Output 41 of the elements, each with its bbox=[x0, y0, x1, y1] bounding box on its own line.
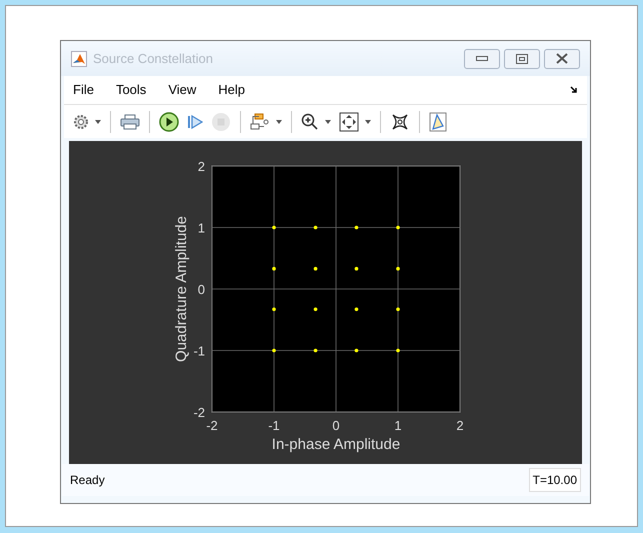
zoom-in-icon bbox=[301, 112, 319, 130]
x-tick-label: 2 bbox=[456, 418, 464, 433]
x-tick-label: 0 bbox=[332, 418, 340, 433]
x-tick-label: 1 bbox=[394, 418, 402, 433]
x-tick-label: -1 bbox=[268, 418, 280, 433]
menu-item[interactable]: Help bbox=[218, 80, 246, 100]
constellation-icon bbox=[390, 112, 410, 132]
y-tick-label: 1 bbox=[198, 220, 205, 236]
hierarchy-icon bbox=[250, 112, 270, 130]
x-tick-label: -2 bbox=[206, 418, 218, 433]
maximize-button[interactable] bbox=[504, 48, 540, 68]
close-button[interactable] bbox=[544, 48, 580, 68]
minimize-button[interactable] bbox=[464, 48, 500, 68]
stop-icon bbox=[211, 112, 231, 132]
window-title: Source Constellation bbox=[93, 50, 213, 68]
gear-icon bbox=[73, 114, 89, 130]
menu-item[interactable]: Tools bbox=[116, 80, 146, 100]
status-text: Ready bbox=[70, 472, 105, 489]
caret-icon bbox=[365, 120, 371, 124]
menu-item[interactable]: View bbox=[168, 80, 196, 100]
app-logo-icon bbox=[71, 50, 87, 66]
close-icon bbox=[556, 53, 568, 64]
y-tick-label: -2 bbox=[193, 405, 205, 420]
cursor-measure-icon bbox=[429, 112, 447, 132]
caret-icon bbox=[325, 120, 331, 124]
time-display: T=10.00 bbox=[528, 468, 581, 492]
fit-to-view-icon bbox=[339, 112, 359, 132]
y-tick-label: 0 bbox=[198, 282, 205, 297]
y-tick-label: -1 bbox=[193, 344, 205, 358]
y-tick-label: 2 bbox=[198, 159, 205, 174]
menu-item[interactable]: File bbox=[73, 80, 94, 100]
x-axis-label: In-phase Amplitude bbox=[272, 436, 400, 453]
y-axis-label: Quadrature Amplitude bbox=[173, 216, 190, 362]
printer-icon bbox=[120, 114, 140, 130]
play-icon bbox=[159, 112, 179, 132]
caret-icon bbox=[95, 120, 101, 124]
maximize-icon bbox=[516, 54, 528, 64]
step-icon bbox=[187, 114, 203, 130]
minimize-icon bbox=[476, 56, 488, 61]
dock-arrow-icon bbox=[570, 86, 578, 94]
caret-icon bbox=[276, 120, 282, 124]
